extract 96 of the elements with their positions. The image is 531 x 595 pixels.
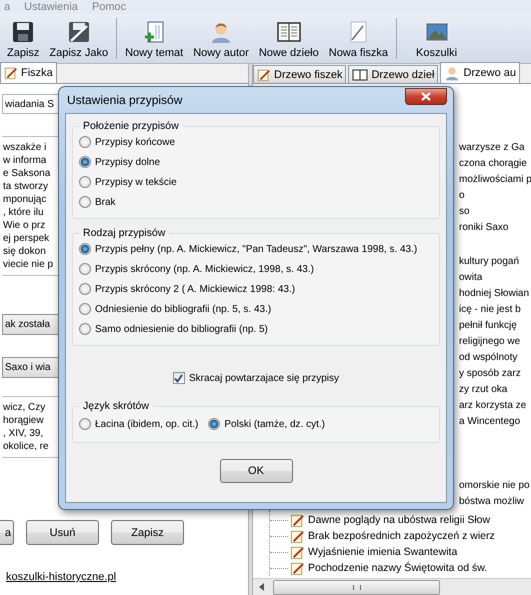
close-button[interactable] <box>405 88 447 104</box>
close-icon <box>421 92 431 100</box>
tree-item[interactable]: owita <box>459 270 531 286</box>
toolbar-button[interactable]: Nowy autor <box>190 14 252 63</box>
tree-item[interactable]: y sposób zarz <box>459 366 531 382</box>
toolbar-button[interactable]: Nowa fiszka <box>326 14 392 63</box>
text-line: viecie nie p <box>3 258 54 271</box>
tab[interactable]: Fiszka <box>0 62 57 83</box>
checkbox-label[interactable]: Skracaj powtarzajace się przypisy <box>188 372 340 384</box>
push-button[interactable]: Zapisz <box>111 520 184 545</box>
tree-item[interactable]: bóstwa możliw <box>459 494 531 510</box>
tree-item[interactable]: Brak bezpośrednich zapożyczeń z wierz <box>308 530 495 542</box>
dialog-title: Ustawienia przypisów <box>66 93 182 107</box>
tree-item[interactable]: możliwościami p <box>459 172 531 188</box>
toolbar-button[interactable]: Koszulki <box>402 14 472 63</box>
tree-item[interactable]: pełnił funkcję <box>459 318 531 334</box>
text-line: , które ilu <box>3 206 44 219</box>
text-line: w informa <box>3 154 46 167</box>
text-line: Wie o prz <box>3 219 46 232</box>
text-line: e Saksona <box>3 167 50 180</box>
radio-button[interactable] <box>79 196 91 208</box>
tree-item[interactable]: warzysze z Ga <box>459 140 531 156</box>
radio-button[interactable] <box>79 243 91 255</box>
tree-item[interactable]: so <box>459 204 531 220</box>
tree-item[interactable]: religijnego we <box>459 334 531 350</box>
text-line: się dokon <box>3 245 46 258</box>
radio-button[interactable] <box>208 418 220 430</box>
radio-button[interactable] <box>79 323 91 335</box>
tree-item[interactable]: kultury pogań <box>459 254 531 270</box>
tab[interactable]: Drzewo fiszek <box>253 65 346 83</box>
tab[interactable]: Drzewo au <box>440 62 520 83</box>
tree-item[interactable]: hodniej Słowian <box>459 286 531 302</box>
radio-label[interactable]: Przypisy dolne <box>95 156 160 168</box>
radio-label[interactable]: Przypisy w tekście <box>95 176 177 188</box>
tree-item[interactable]: zy rzut oka <box>459 382 531 398</box>
scroll-left-arrow-icon[interactable] <box>259 583 265 591</box>
radio-label[interactable]: Przypis pełny (np. A. Mickiewicz, "Pan Tadeusz", Warszawa 1998, s. 43.) <box>95 244 418 254</box>
group-label: Rodzaj przypisów <box>82 227 166 239</box>
checkbox[interactable] <box>172 372 185 384</box>
pencil-note-icon <box>290 560 305 576</box>
group-label: Język skrótów <box>82 400 150 412</box>
tree-item[interactable]: Pochodzenie nazwy Świętowita od św. <box>308 562 488 574</box>
tab[interactable]: Drzewo dzieł <box>348 65 438 83</box>
tree-item[interactable]: icę - nie jest b <box>459 302 531 318</box>
radio-label[interactable]: Przypis skrócony 2 ( A. Mickiewicz 1998: 43.) <box>95 284 296 294</box>
radio-label[interactable]: Brak <box>95 196 116 208</box>
book-icon <box>352 68 368 82</box>
radio-label[interactable]: Odniesienie do bibliografii (np. 5, s. 43.) <box>95 304 272 314</box>
push-button[interactable]: Usuń <box>26 520 99 545</box>
toolbar-button[interactable]: Nowe dzieło <box>256 14 322 63</box>
tree-item[interactable]: omorskie nie po <box>459 478 531 494</box>
radio-label[interactable]: Przypis skrócony (np. A. Mickiewicz, 1998, s. 43.) <box>95 264 314 274</box>
text-line: wszakże i <box>3 141 46 154</box>
push-button[interactable]: a <box>0 520 14 545</box>
toolbar-button[interactable]: Zapisz Jako <box>46 14 112 63</box>
text-line: wicz, Czy <box>3 401 46 414</box>
website-link[interactable]: koszulki-historyczne.pl <box>6 571 116 583</box>
text-line: ta stworzy <box>3 180 48 193</box>
toolbar-button[interactable]: Zapisz <box>4 14 42 63</box>
tree-item[interactable]: Wyjaśnienie imienia Swantewita <box>308 546 458 558</box>
tree-item[interactable]: o <box>459 188 531 204</box>
tree-item[interactable]: roniki Saxo <box>459 220 531 236</box>
text-line: horągiew <box>3 414 44 427</box>
toolbar-button[interactable]: Nowy temat <box>122 14 186 63</box>
document-plus-icon <box>142 20 166 44</box>
floppy-disk-pencil-icon <box>66 20 91 44</box>
pencil-note-icon <box>290 544 305 560</box>
radio-button[interactable] <box>79 418 91 430</box>
horizontal-scrollbar[interactable] <box>253 578 531 595</box>
radio-label[interactable]: Przypisy końcowe <box>95 136 176 148</box>
text-line: mponując <box>3 193 46 206</box>
text-line: , XIV, 39, <box>3 427 44 440</box>
radio-button[interactable] <box>79 303 91 315</box>
tree-item[interactable]: czona chorągie <box>459 156 531 172</box>
tree-item[interactable]: od wspólnoty <box>459 350 531 366</box>
radio-button[interactable] <box>79 283 91 295</box>
ok-button[interactable]: OK <box>220 459 292 483</box>
pencil-note-icon <box>290 528 305 544</box>
tree-item[interactable]: a Wincentego <box>459 414 531 430</box>
pencil-note-icon <box>257 68 271 82</box>
group-label: Położenie przypisów <box>82 120 180 132</box>
text-line: okolice, re <box>3 440 49 453</box>
pencil-note-icon <box>4 66 18 80</box>
radio-label[interactable]: Samo odniesienie do bibliografii (np. 5) <box>95 324 268 334</box>
radio-button[interactable] <box>79 136 91 148</box>
radio-button[interactable] <box>79 156 91 168</box>
tree-item[interactable]: Dawne poglądy na ubóstwa religii Słow <box>308 514 490 526</box>
open-book-icon <box>276 20 302 44</box>
radio-label[interactable]: Polski (tamże, dz. cyt.) <box>224 418 325 430</box>
radio-label[interactable]: Łacina (ibidem, op. cit.) <box>95 418 198 430</box>
text-line: ej perspek <box>3 232 50 245</box>
radio-button[interactable] <box>79 263 91 275</box>
radio-button[interactable] <box>79 176 91 188</box>
pencil-note-icon <box>290 512 305 528</box>
person-icon <box>444 65 460 81</box>
tree-item[interactable]: arz korzysta ze <box>459 398 531 414</box>
